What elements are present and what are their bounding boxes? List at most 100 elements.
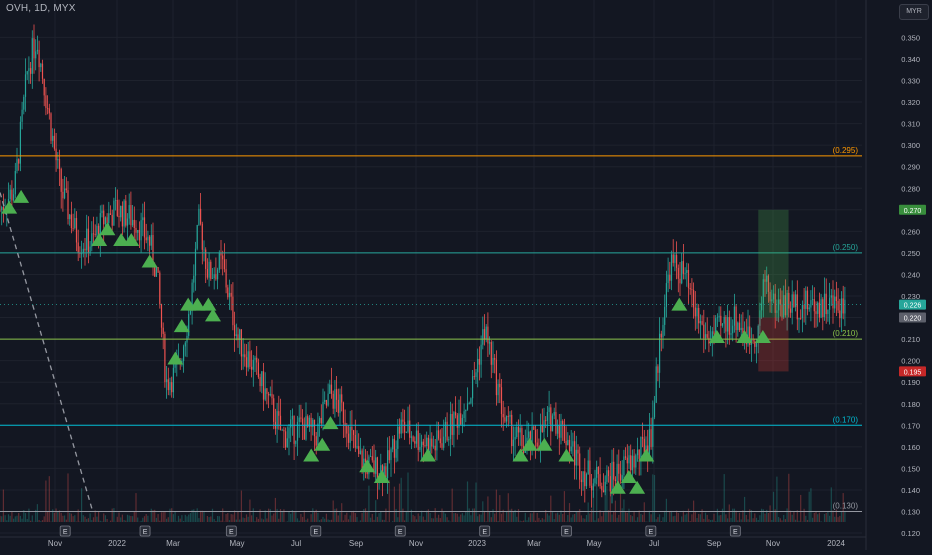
volume-bar bbox=[644, 502, 645, 522]
candle-body bbox=[215, 274, 216, 279]
volume-bar bbox=[484, 511, 485, 522]
candle-body bbox=[487, 327, 488, 344]
volume-bar bbox=[209, 517, 210, 522]
candle-body bbox=[141, 220, 142, 240]
price-tag-label: 0.226 bbox=[904, 303, 922, 310]
candle-body bbox=[396, 449, 397, 458]
candle-body bbox=[479, 359, 480, 365]
candle-body bbox=[567, 440, 568, 445]
volume-bar bbox=[452, 489, 453, 522]
volume-bar bbox=[339, 512, 340, 522]
candle-body bbox=[669, 275, 670, 281]
volume-bar bbox=[353, 511, 354, 522]
volume-bar bbox=[377, 517, 378, 522]
candle-body bbox=[725, 317, 726, 332]
volume-bar bbox=[635, 521, 636, 522]
candle-body bbox=[45, 95, 46, 108]
candle-body bbox=[515, 437, 516, 440]
y-tick-label: 0.280 bbox=[901, 184, 920, 193]
volume-bar bbox=[821, 521, 822, 522]
candle-body bbox=[16, 159, 17, 171]
candle-body bbox=[730, 333, 731, 335]
volume-bar bbox=[805, 516, 806, 522]
candle-body bbox=[103, 211, 104, 225]
candle-body bbox=[183, 346, 184, 360]
volume-bar bbox=[59, 510, 60, 522]
candle-body bbox=[555, 412, 556, 434]
candle-body bbox=[516, 427, 517, 437]
candle-body bbox=[10, 190, 11, 199]
volume-bar bbox=[237, 512, 238, 522]
candle-body bbox=[814, 299, 815, 311]
price-chart-svg[interactable]: (0.295)(0.250)(0.210)(0.170)(0.130)EEEEE… bbox=[0, 0, 932, 550]
y-tick-label: 0.340 bbox=[901, 55, 920, 64]
level-label: (0.130) bbox=[833, 502, 859, 511]
candle-body bbox=[25, 74, 26, 96]
volume-bar bbox=[360, 520, 361, 522]
candle-body bbox=[321, 418, 322, 423]
candle-body bbox=[679, 279, 680, 284]
volume-bar bbox=[175, 511, 176, 522]
candle-body bbox=[574, 441, 575, 465]
candle-body bbox=[392, 439, 393, 449]
volume-bar bbox=[521, 521, 522, 522]
candle-body bbox=[387, 450, 388, 478]
candle-body bbox=[419, 447, 420, 450]
volume-bar bbox=[457, 514, 458, 522]
volume-bar bbox=[350, 515, 351, 522]
volume-bar bbox=[736, 511, 737, 522]
earnings-marker-label: E bbox=[63, 529, 68, 536]
volume-bar bbox=[331, 520, 332, 522]
volume-bar bbox=[678, 513, 679, 522]
volume-bar bbox=[737, 520, 738, 522]
candle-body bbox=[375, 457, 376, 473]
candle-body bbox=[331, 385, 332, 394]
volume-bar bbox=[124, 520, 125, 522]
volume-bar bbox=[15, 516, 16, 522]
candle-body bbox=[662, 325, 663, 338]
volume-bar bbox=[571, 518, 572, 522]
candle-body bbox=[1, 207, 2, 210]
volume-bar bbox=[98, 511, 99, 522]
volume-bar bbox=[776, 477, 777, 522]
volume-bar bbox=[212, 509, 213, 522]
volume-bar bbox=[555, 513, 556, 522]
candle-body bbox=[397, 427, 398, 449]
symbol-title: OVH, 1D, MYX bbox=[6, 3, 76, 14]
volume-bar bbox=[407, 473, 408, 522]
volume-bar bbox=[611, 515, 612, 522]
candle-body bbox=[39, 50, 40, 67]
earnings-marker-label: E bbox=[229, 529, 234, 536]
candle-body bbox=[797, 294, 798, 319]
candle-body bbox=[494, 358, 495, 360]
candle-body bbox=[66, 188, 67, 190]
candle-body bbox=[683, 261, 684, 274]
volume-bar bbox=[370, 518, 371, 522]
volume-bar bbox=[627, 513, 628, 522]
volume-bar bbox=[169, 509, 170, 522]
candle-body bbox=[717, 317, 718, 318]
currency-button[interactable]: MYR bbox=[899, 4, 929, 20]
chart-area[interactable]: (0.295)(0.250)(0.210)(0.170)(0.130)EEEEE… bbox=[0, 0, 932, 550]
candle-body bbox=[622, 475, 623, 480]
candle-body bbox=[832, 295, 833, 308]
volume-bar bbox=[739, 513, 740, 522]
candle-body bbox=[212, 278, 213, 279]
candle-body bbox=[465, 410, 466, 411]
y-tick-label: 0.240 bbox=[901, 270, 920, 279]
volume-bar bbox=[287, 521, 288, 522]
volume-bar bbox=[351, 512, 352, 522]
candle-body bbox=[815, 311, 816, 314]
candle-body bbox=[326, 400, 327, 406]
candle-body bbox=[464, 411, 465, 418]
volume-bar bbox=[95, 510, 96, 522]
volume-bar bbox=[838, 517, 839, 522]
volume-bar bbox=[732, 509, 733, 522]
volume-bar bbox=[67, 473, 68, 522]
volume-bar bbox=[550, 496, 551, 522]
candle-body bbox=[610, 476, 611, 491]
volume-bar bbox=[518, 509, 519, 522]
volume-bar bbox=[754, 513, 755, 522]
candle-body bbox=[642, 437, 643, 439]
volume-bar bbox=[161, 512, 162, 522]
